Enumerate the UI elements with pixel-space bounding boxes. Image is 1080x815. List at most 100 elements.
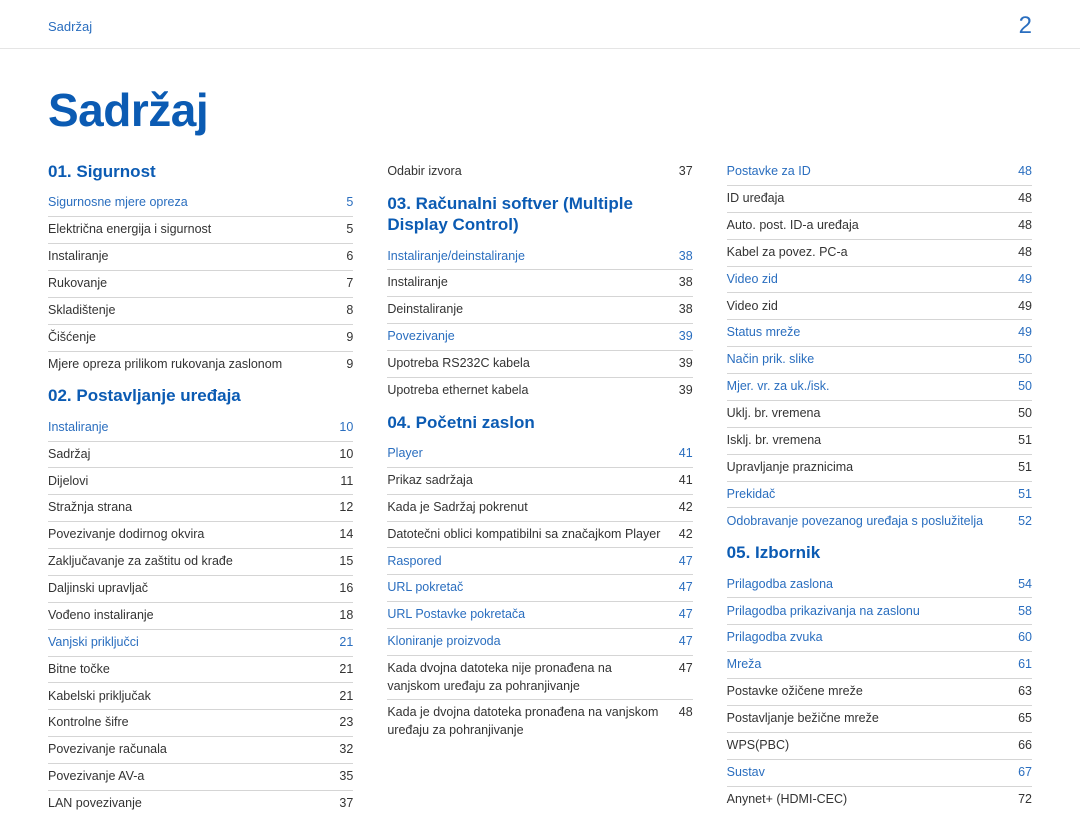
toc-entry[interactable]: Isklj. br. vremena51 — [727, 430, 1032, 452]
toc-entry[interactable]: Odabir izvora37 — [387, 161, 692, 183]
toc-entry[interactable]: Status mreže49 — [727, 322, 1032, 344]
toc-entry[interactable]: Vanjski priključci21 — [48, 632, 353, 654]
toc-separator — [727, 400, 1032, 401]
toc-entry[interactable]: URL pokretač47 — [387, 577, 692, 599]
toc-entry[interactable]: Sadržaj10 — [48, 444, 353, 466]
toc-entry[interactable]: Mjer. vr. za uk./isk.50 — [727, 376, 1032, 398]
toc-entry-page: 23 — [335, 714, 353, 732]
toc-section-heading[interactable]: 04. Početni zaslon — [387, 412, 692, 433]
toc-entry[interactable]: Player41 — [387, 443, 692, 465]
toc-entry[interactable]: URL Postavke pokretača47 — [387, 604, 692, 626]
toc-entry[interactable]: Prilagodba zaslona54 — [727, 574, 1032, 596]
toc-entry-label: WPS(PBC) — [727, 737, 1014, 755]
toc-entry-page: 49 — [1014, 271, 1032, 289]
toc-section-heading[interactable]: 05. Izbornik — [727, 542, 1032, 563]
toc-entry[interactable]: Video zid49 — [727, 269, 1032, 291]
toc-entry[interactable]: Instaliranje10 — [48, 417, 353, 439]
toc-entry-page: 42 — [675, 499, 693, 517]
toc-separator — [727, 786, 1032, 787]
toc-entry-label: Zaključavanje za zaštitu od krađe — [48, 553, 335, 571]
toc-entry[interactable]: Prilagodba prikazivanja na zaslonu58 — [727, 600, 1032, 622]
toc-entry[interactable]: Prekidač51 — [727, 484, 1032, 506]
toc-entry-page: 47 — [675, 606, 693, 624]
toc-separator — [387, 699, 692, 700]
toc-entry[interactable]: Čišćenje9 — [48, 327, 353, 349]
toc-entry[interactable]: Mreža61 — [727, 654, 1032, 676]
toc-entry[interactable]: Kabelski priključak21 — [48, 685, 353, 707]
toc-section-heading[interactable]: 01. Sigurnost — [48, 161, 353, 182]
toc-entry[interactable]: Uklj. br. vremena50 — [727, 403, 1032, 425]
toc-entry[interactable]: Kada je dvojna datoteka pronađena na van… — [387, 702, 692, 741]
toc-entry[interactable]: Skladištenje8 — [48, 300, 353, 322]
toc-entry[interactable]: Povezivanje39 — [387, 326, 692, 348]
toc-entry[interactable]: Upotreba RS232C kabela39 — [387, 353, 692, 375]
toc-entry[interactable]: Upravljanje praznicima51 — [727, 457, 1032, 479]
toc-entry[interactable]: Anynet+ (HDMI-CEC)72 — [727, 789, 1032, 811]
toc-entry-page: 9 — [335, 356, 353, 374]
toc-separator — [727, 481, 1032, 482]
toc-entry[interactable]: Postavke za ID48 — [727, 161, 1032, 183]
toc-entry[interactable]: Kada dvojna datoteka nije pronađena na v… — [387, 658, 692, 697]
toc-separator — [48, 243, 353, 244]
toc-entry[interactable]: Kada je Sadržaj pokrenut42 — [387, 497, 692, 519]
toc-entry[interactable]: Daljinski upravljač16 — [48, 578, 353, 600]
toc-section-heading[interactable]: 03. Računalni softver (Multiple Display … — [387, 193, 692, 236]
toc-entry-page: 50 — [1014, 378, 1032, 396]
toc-entry[interactable]: Prikaz sadržaja41 — [387, 470, 692, 492]
toc-separator — [727, 292, 1032, 293]
toc-entry-page: 72 — [1014, 791, 1032, 809]
toc-entry-label: Datotečni oblici kompatibilni sa značajk… — [387, 526, 674, 544]
toc-entry[interactable]: LAN povezivanje37 — [48, 793, 353, 815]
toc-entry[interactable]: Zaključavanje za zaštitu od krađe15 — [48, 551, 353, 573]
toc-entry[interactable]: Datotečni oblici kompatibilni sa značajk… — [387, 524, 692, 546]
toc-entry-label: Kabelski priključak — [48, 688, 335, 706]
toc-entry[interactable]: Sustav67 — [727, 762, 1032, 784]
toc-entry-page: 6 — [335, 248, 353, 266]
toc-entry[interactable]: Odobravanje povezanog uređaja s poslužit… — [727, 510, 1032, 532]
toc-entry[interactable]: Rukovanje7 — [48, 273, 353, 295]
toc-entry[interactable]: WPS(PBC)66 — [727, 735, 1032, 757]
toc-separator — [727, 454, 1032, 455]
toc-entry[interactable]: Instaliranje38 — [387, 272, 692, 294]
toc-entry-page: 37 — [675, 163, 693, 181]
toc-entry-label: Upotreba RS232C kabela — [387, 355, 674, 373]
toc-entry[interactable]: Prilagodba zvuka60 — [727, 627, 1032, 649]
toc-entry[interactable]: Povezivanje dodirnog okvira14 — [48, 524, 353, 546]
toc-entry-label: Instaliranje — [48, 419, 335, 437]
toc-entry[interactable]: Bitne točke21 — [48, 659, 353, 681]
toc-entry[interactable]: Način prik. slike50 — [727, 349, 1032, 371]
toc-entry[interactable]: Stražnja strana12 — [48, 497, 353, 519]
toc-entry[interactable]: Kabel za povez. PC-a48 — [727, 242, 1032, 264]
toc-entry[interactable]: Vođeno instaliranje18 — [48, 605, 353, 627]
toc-entry[interactable]: Povezivanje AV-a35 — [48, 766, 353, 788]
toc-entry-page: 18 — [335, 607, 353, 625]
toc-entry[interactable]: Električna energija i sigurnost5 — [48, 219, 353, 241]
toc-entry[interactable]: Video zid49 — [727, 295, 1032, 317]
toc-entry-page: 14 — [335, 526, 353, 544]
toc-entry[interactable]: Kontrolne šifre23 — [48, 712, 353, 734]
toc-entry[interactable]: Dijelovi11 — [48, 470, 353, 492]
toc-entry[interactable]: ID uređaja48 — [727, 188, 1032, 210]
toc-entry[interactable]: Upotreba ethernet kabela39 — [387, 380, 692, 402]
toc-entry-label: Mjere opreza prilikom rukovanja zaslonom — [48, 356, 335, 374]
toc-entry[interactable]: Sigurnosne mjere opreza5 — [48, 192, 353, 214]
toc-entry[interactable]: Instaliranje/deinstaliranje38 — [387, 245, 692, 267]
breadcrumb[interactable]: Sadržaj — [48, 19, 92, 34]
toc-entry[interactable]: Mjere opreza prilikom rukovanja zaslonom… — [48, 354, 353, 376]
toc-separator — [48, 575, 353, 576]
toc-entry-label: Instaliranje — [48, 248, 335, 266]
toc-entry[interactable]: Postavke ožičene mreže63 — [727, 681, 1032, 703]
toc-entry[interactable]: Raspored47 — [387, 550, 692, 572]
page-title: Sadržaj — [0, 49, 1080, 161]
toc-entry[interactable]: Instaliranje6 — [48, 246, 353, 268]
toc-entry[interactable]: Kloniranje proizvoda47 — [387, 631, 692, 653]
toc-entry-page: 51 — [1014, 486, 1032, 504]
toc-entry-label: URL pokretač — [387, 579, 674, 597]
toc-entry[interactable]: Povezivanje računala32 — [48, 739, 353, 761]
toc-entry[interactable]: Postavljanje bežične mreže65 — [727, 708, 1032, 730]
toc-separator — [387, 601, 692, 602]
toc-entry[interactable]: Deinstaliranje38 — [387, 299, 692, 321]
toc-section-heading[interactable]: 02. Postavljanje uređaja — [48, 385, 353, 406]
toc-entry[interactable]: Auto. post. ID-a uređaja48 — [727, 215, 1032, 237]
toc-entry-page: 67 — [1014, 764, 1032, 782]
